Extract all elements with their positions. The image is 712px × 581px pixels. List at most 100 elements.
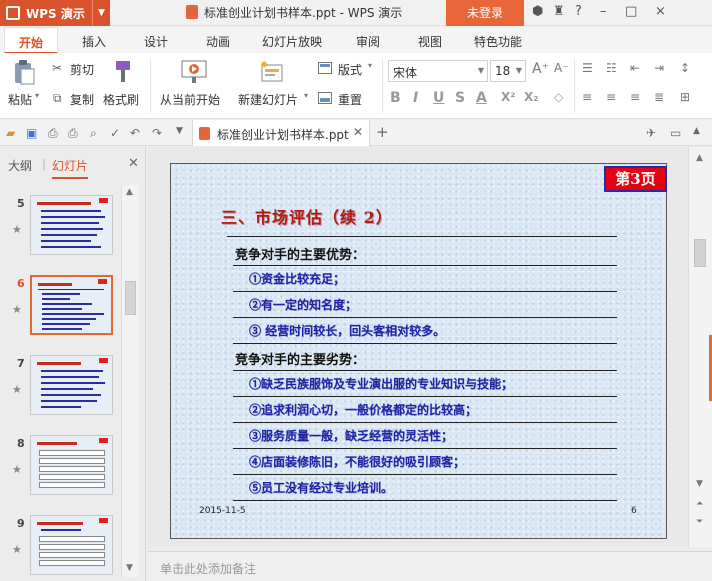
distribute-icon[interactable]: ⊞ [680, 90, 690, 104]
advantage-item[interactable]: ③ 经营时间较长，回头客相对较多。 [249, 322, 445, 339]
layout-icon[interactable] [318, 62, 332, 74]
disadvantage-item[interactable]: ⑤员工没有经过专业培训。 [249, 479, 393, 496]
new-tab-icon[interactable]: + [376, 123, 389, 141]
justify-icon[interactable]: ≣ [654, 90, 664, 104]
scissors-icon[interactable]: ✂ [52, 61, 62, 75]
slide-thumbnail-row[interactable]: 8 ★ [0, 431, 120, 507]
decrease-indent-icon[interactable]: ⇤ [630, 61, 640, 75]
scroll-up-icon[interactable]: ▲ [696, 153, 703, 163]
reset-button[interactable]: 重置 [338, 91, 362, 108]
slide-thumbnail[interactable] [30, 195, 113, 255]
edit-area-scrollbar[interactable]: ▲ ▼ ⏶ ⏷ [688, 147, 712, 547]
tab-home[interactable]: 开始 [4, 27, 59, 54]
new-slide-dropdown-icon[interactable]: ▾ [304, 91, 308, 100]
font-color-button[interactable]: A [476, 90, 487, 106]
tab-insert[interactable]: 插入 [82, 33, 106, 50]
slides-panel-scrollbar[interactable]: ▲ ▼ [121, 185, 139, 577]
strikethrough-button[interactable]: S [455, 90, 465, 106]
bullets-icon[interactable]: ☰ [582, 61, 593, 75]
scrollbar-thumb[interactable] [125, 281, 136, 315]
slide-thumbnail-selected[interactable] [30, 275, 113, 335]
format-painter-button[interactable]: 格式刷 [103, 91, 139, 108]
notes-pane[interactable]: 单击此处添加备注 [148, 551, 712, 581]
bold-button[interactable]: B [390, 90, 401, 106]
align-right-icon[interactable]: ≡ [630, 90, 640, 104]
cut-button[interactable]: 剪切 [70, 61, 94, 78]
tab-review[interactable]: 审阅 [356, 33, 380, 50]
slide-thumbnail-row[interactable]: 7 ★ [0, 351, 120, 427]
disadvantage-item[interactable]: ②追求利润心切，一般价格都定的比较高； [249, 401, 477, 418]
scroll-down-icon[interactable]: ▼ [126, 563, 133, 573]
scrollbar-thumb[interactable] [694, 239, 706, 267]
notes-placeholder[interactable]: 单击此处添加备注 [160, 560, 256, 577]
italic-button[interactable]: I [413, 90, 418, 106]
scroll-down-icon[interactable]: ▼ [696, 479, 703, 489]
shrink-font-icon[interactable]: A⁻ [554, 61, 569, 75]
superscript-button[interactable]: X² [501, 90, 516, 104]
slide-thumbnail[interactable] [30, 515, 113, 575]
align-left-icon[interactable]: ≡ [582, 90, 592, 104]
font-name-select[interactable]: 宋体 ▼ [388, 60, 488, 82]
slide-thumbnail[interactable] [30, 355, 113, 415]
font-size-select[interactable]: 18 ▼ [490, 60, 526, 82]
print-icon[interactable]: ⎙ [68, 126, 78, 141]
window-icon[interactable]: ▭ [670, 126, 681, 140]
copy-icon[interactable]: ⧉ [53, 91, 62, 106]
scroll-up-icon[interactable]: ▲ [126, 187, 133, 197]
slide-canvas[interactable]: 第3页 三、市场评估（续 2） 竞争对手的主要优势： ①资金比较充足； ②有一定… [170, 163, 667, 539]
slide-title[interactable]: 三、市场评估（续 2） [221, 204, 393, 228]
app-menu-button[interactable]: WPS 演示 ▼ [0, 0, 110, 26]
slide-thumbnail[interactable] [30, 435, 113, 495]
redo-icon[interactable]: ↷ [152, 126, 162, 140]
new-slide-icon[interactable]: ✸ [258, 59, 286, 85]
disadvantage-item[interactable]: ③服务质量一般，缺乏经营的灵活性； [249, 427, 453, 444]
tab-slideshow[interactable]: 幻灯片放映 [262, 33, 322, 50]
play-from-current-icon[interactable] [180, 59, 210, 85]
help-button[interactable]: ? [575, 4, 582, 19]
numbering-icon[interactable]: ☷ [606, 61, 617, 75]
next-slide-icon[interactable]: ⏷ [696, 517, 703, 527]
layout-dropdown-icon[interactable]: ▾ [368, 61, 372, 70]
from-current-button[interactable]: 从当前开始 [160, 91, 220, 108]
spell-check-icon[interactable]: ✓ [110, 126, 120, 140]
tab-outline[interactable]: 大纲 [8, 157, 32, 174]
advantages-heading[interactable]: 竞争对手的主要优势： [235, 244, 365, 263]
close-tab-icon[interactable]: ✕ [353, 125, 363, 139]
tab-view[interactable]: 视图 [418, 33, 442, 50]
disadvantages-heading[interactable]: 竞争对手的主要劣势： [235, 349, 365, 368]
tab-slides[interactable]: 幻灯片 [52, 157, 89, 179]
export-pdf-icon[interactable]: ⎙ [48, 126, 58, 141]
maximize-button[interactable]: □ [625, 4, 637, 19]
format-painter-icon[interactable] [110, 59, 134, 85]
paste-button[interactable]: 粘贴 [8, 91, 32, 108]
minimize-button[interactable]: – [600, 4, 607, 19]
paste-dropdown-icon[interactable]: ▾ [35, 91, 39, 100]
clear-format-icon[interactable]: ◇ [554, 90, 563, 104]
print-preview-icon[interactable]: ⌕ [90, 126, 97, 141]
subscript-button[interactable]: X₂ [524, 90, 539, 104]
page-badge[interactable]: 第3页 [604, 166, 667, 192]
copy-button[interactable]: 复制 [70, 91, 94, 108]
advantage-item[interactable]: ①资金比较充足； [249, 270, 345, 287]
slide-thumbnail-row[interactable]: 9 ★ [0, 511, 120, 581]
new-slide-button[interactable]: 新建幻灯片 [238, 91, 298, 108]
previous-slide-icon[interactable]: ⏶ [696, 499, 703, 509]
close-panel-icon[interactable]: ✕ [128, 156, 139, 171]
customize-dropdown-icon[interactable]: ▼ [176, 126, 183, 136]
advantage-item[interactable]: ②有一定的知名度； [249, 296, 357, 313]
line-spacing-icon[interactable]: ↕ [680, 61, 690, 75]
undo-icon[interactable]: ↶ [130, 126, 140, 140]
tab-special[interactable]: 特色功能 [474, 33, 522, 50]
collapse-ribbon-icon[interactable]: ▲ [693, 126, 700, 136]
pin-icon[interactable]: ✈ [646, 126, 656, 140]
skin-icon[interactable]: ⬢ [532, 4, 543, 19]
chevron-down-icon[interactable]: ▼ [92, 0, 110, 26]
paste-icon[interactable] [12, 59, 36, 85]
increase-indent-icon[interactable]: ⇥ [654, 61, 664, 75]
layout-button[interactable]: 版式 [338, 61, 362, 78]
align-center-icon[interactable]: ≡ [606, 90, 616, 104]
close-button[interactable]: × [655, 4, 666, 19]
disadvantage-item[interactable]: ④店面装修陈旧，不能很好的吸引顾客； [249, 453, 465, 470]
slide-thumbnail-row[interactable]: 5 ★ [0, 191, 120, 267]
underline-button[interactable]: U [433, 90, 444, 106]
